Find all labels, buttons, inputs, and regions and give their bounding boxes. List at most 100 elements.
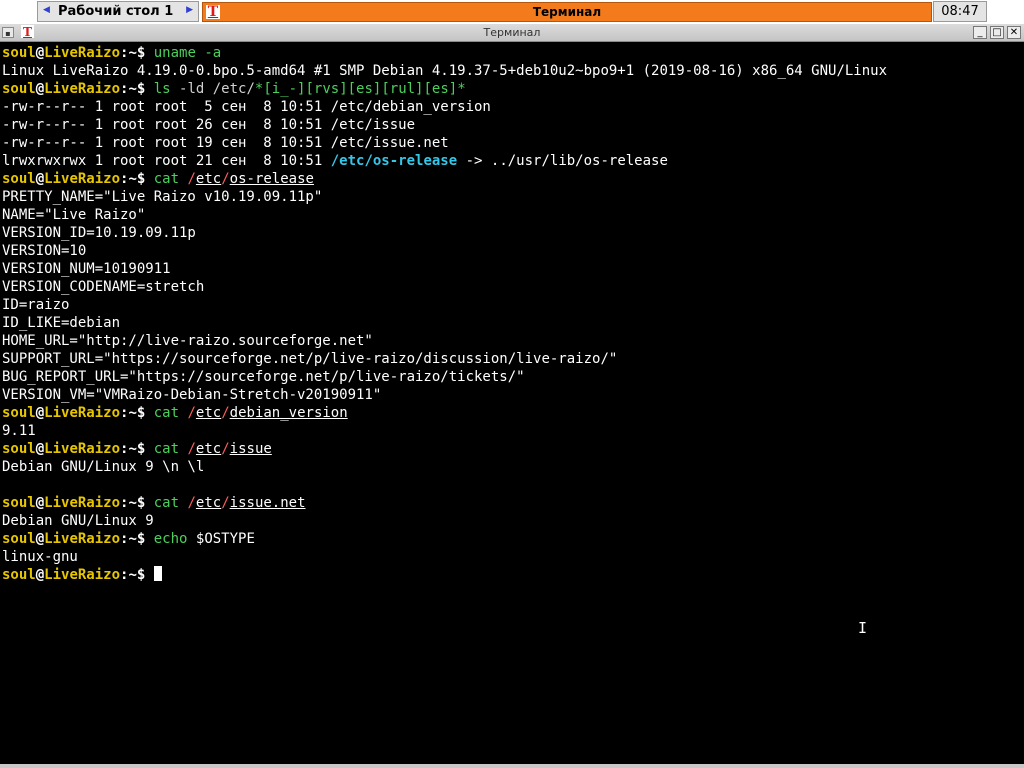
arrow-right-icon[interactable]: ▶ bbox=[186, 5, 193, 15]
prompt-path: ~ bbox=[128, 171, 137, 187]
prompt-sign: $ bbox=[136, 45, 154, 61]
prompt-line: soul@LiveRaizo:~$ cat /etc/issue.net bbox=[0, 494, 1024, 512]
prompt-host: LiveRaizo bbox=[44, 495, 121, 511]
prompt-at: @ bbox=[35, 567, 45, 583]
prompt-sign: $ bbox=[136, 531, 154, 547]
path-dir: etc bbox=[195, 441, 222, 457]
path-slash: / bbox=[221, 441, 230, 457]
command-text: uname -a bbox=[153, 45, 222, 61]
prompt-sign: $ bbox=[136, 495, 154, 511]
taskbar-terminal-button[interactable]: T Терминал bbox=[202, 2, 932, 22]
command-text: cat bbox=[153, 441, 180, 457]
command-args: $OSTYPE bbox=[187, 531, 255, 547]
prompt-host: LiveRaizo bbox=[44, 45, 121, 61]
desktop-name: Рабочий стол 1 bbox=[58, 4, 174, 19]
prompt-at: @ bbox=[35, 171, 45, 187]
output-line: VERSION_ID=10.19.09.11p bbox=[2, 225, 196, 241]
path-slash: / bbox=[221, 495, 230, 511]
command-text: cat bbox=[153, 495, 180, 511]
close-icon[interactable]: ✕ bbox=[1007, 26, 1021, 39]
command-text: cat bbox=[153, 171, 180, 187]
output-line: 9.11 bbox=[2, 423, 36, 439]
path-dir: etc bbox=[195, 495, 222, 511]
prompt-user: soul bbox=[2, 171, 36, 187]
output-line: -rw-r--r-- 1 root root 26 сен 8 10:51 /e… bbox=[2, 117, 416, 133]
taskbar-title: Терминал bbox=[532, 5, 602, 19]
prompt-user: soul bbox=[2, 45, 36, 61]
prompt-path: ~ bbox=[128, 441, 137, 457]
prompt-line[interactable]: soul@LiveRaizo:~$ bbox=[0, 566, 1024, 584]
prompt-path: ~ bbox=[128, 81, 137, 97]
output-line: Debian GNU/Linux 9 \n \l bbox=[2, 459, 205, 475]
output-line: PRETTY_NAME="Live Raizo v10.19.09.11p" bbox=[2, 189, 323, 205]
output-line: NAME="Live Raizo" bbox=[2, 207, 146, 223]
output-line: VERSION_NUM=10190911 bbox=[2, 261, 171, 277]
path-slash: / bbox=[187, 441, 196, 457]
prompt-sign: $ bbox=[136, 405, 154, 421]
clock[interactable]: 08:47 bbox=[933, 1, 987, 22]
output-line: VERSION=10 bbox=[2, 243, 87, 259]
prompt-line: soul@LiveRaizo:~$ echo $OSTYPE bbox=[0, 530, 1024, 548]
bottom-edge-bar bbox=[0, 764, 1024, 768]
output-line: lrwxrwxrwx 1 root root 21 сен 8 10:51 /e… bbox=[0, 152, 1024, 170]
prompt-path: ~ bbox=[128, 405, 137, 421]
path-slash: / bbox=[187, 405, 196, 421]
top-panel: ◀ Рабочий стол 1 ▶ T Терминал 08:47 bbox=[0, 0, 1024, 24]
prompt-host: LiveRaizo bbox=[44, 441, 121, 457]
output-line: Linux LiveRaizo 4.19.0-0.bpo.5-amd64 #1 … bbox=[2, 63, 888, 79]
prompt-user: soul bbox=[2, 81, 36, 97]
text-cursor[interactable] bbox=[153, 566, 162, 581]
output-line: SUPPORT_URL="https://sourceforge.net/p/l… bbox=[2, 351, 618, 367]
symlink-target: -> ../usr/lib/os-release bbox=[457, 153, 668, 169]
prompt-sign: $ bbox=[136, 441, 154, 457]
command-text: ls bbox=[153, 81, 171, 97]
prompt-user: soul bbox=[2, 441, 36, 457]
prompt-host: LiveRaizo bbox=[44, 171, 121, 187]
window-title: Терминал bbox=[483, 26, 541, 39]
desktop-switcher[interactable]: ◀ Рабочий стол 1 ▶ bbox=[37, 1, 199, 22]
path-slash: / bbox=[187, 171, 196, 187]
path-slash: / bbox=[187, 495, 196, 511]
minimize-icon[interactable]: _ bbox=[973, 26, 987, 39]
symlink-name: /etc/os-release bbox=[330, 153, 458, 169]
prompt-user: soul bbox=[2, 405, 36, 421]
path-file: debian_version bbox=[229, 405, 348, 421]
ls-link-prefix: lrwxrwxrwx 1 root root 21 сен 8 10:51 bbox=[2, 153, 331, 169]
prompt-at: @ bbox=[35, 531, 45, 547]
prompt-host: LiveRaizo bbox=[44, 531, 121, 547]
prompt-at: @ bbox=[35, 495, 45, 511]
prompt-line: soul@LiveRaizo:~$ cat /etc/issue bbox=[0, 440, 1024, 458]
text-cursor-icon: I bbox=[858, 619, 868, 637]
output-line: ID=raizo bbox=[2, 297, 70, 313]
prompt-sign: $ bbox=[136, 171, 154, 187]
command-text: cat bbox=[153, 405, 180, 421]
prompt-path: ~ bbox=[128, 531, 137, 547]
prompt-host: LiveRaizo bbox=[44, 405, 121, 421]
prompt-user: soul bbox=[2, 567, 36, 583]
output-line: ID_LIKE=debian bbox=[2, 315, 121, 331]
path-file: issue.net bbox=[229, 495, 306, 511]
maximize-icon[interactable]: □ bbox=[990, 26, 1004, 39]
prompt-sign: $ bbox=[136, 81, 154, 97]
prompt-path: ~ bbox=[128, 567, 137, 583]
command-text: echo bbox=[153, 531, 188, 547]
path-file: issue bbox=[229, 441, 272, 457]
output-line: HOME_URL="http://live-raizo.sourceforge.… bbox=[2, 333, 373, 349]
arrow-left-icon[interactable]: ◀ bbox=[43, 5, 50, 15]
prompt-path: ~ bbox=[128, 495, 137, 511]
prompt-host: LiveRaizo bbox=[44, 81, 121, 97]
output-line: VERSION_CODENAME=stretch bbox=[2, 279, 205, 295]
prompt-at: @ bbox=[35, 45, 45, 61]
output-line: VERSION_VM="VMRaizo-Debian-Stretch-v2019… bbox=[2, 387, 382, 403]
prompt-line: soul@LiveRaizo:~$ cat /etc/os-release bbox=[0, 170, 1024, 188]
command-args: -ld /etc/ bbox=[170, 81, 255, 97]
window-titlebar[interactable]: ▪ T Терминал _ □ ✕ bbox=[0, 24, 1024, 42]
path-dir: etc bbox=[195, 171, 222, 187]
path-dir: etc bbox=[195, 405, 222, 421]
terminal-output[interactable]: soul@LiveRaizo:~$ uname -a Linux LiveRai… bbox=[0, 44, 1024, 764]
prompt-host: LiveRaizo bbox=[44, 567, 121, 583]
path-file: os-release bbox=[229, 171, 314, 187]
prompt-line: soul@LiveRaizo:~$ cat /etc/debian_versio… bbox=[0, 404, 1024, 422]
prompt-line: soul@LiveRaizo:~$ uname -a bbox=[0, 44, 1024, 62]
